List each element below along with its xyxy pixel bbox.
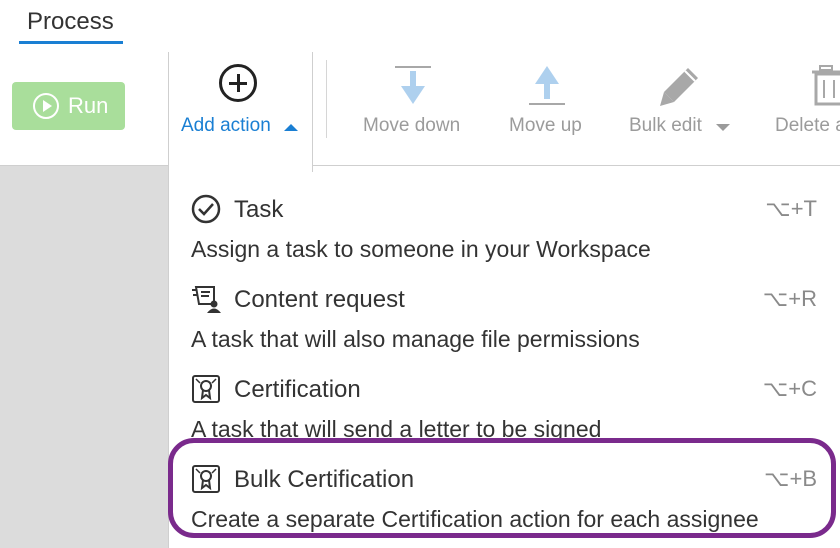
move-up-button[interactable]: Move up: [500, 52, 600, 166]
move-down-button[interactable]: Move down: [352, 52, 477, 166]
menu-item-shortcut: ⌥+R: [762, 286, 817, 311]
caret-up-icon: [284, 124, 298, 131]
bulk-edit-label: Bulk edit: [629, 115, 702, 136]
tab-process[interactable]: Process: [19, 4, 123, 44]
content-request-icon: [192, 286, 221, 313]
certificate-icon: [192, 465, 220, 493]
menu-item-certification[interactable]: Certification ⌥+C A task that will send …: [169, 354, 840, 444]
pencil-icon: [660, 68, 698, 106]
trash-icon: [812, 65, 840, 106]
menu-item-description: Assign a task to someone in your Workspa…: [191, 236, 651, 262]
add-action-label: Add action: [181, 115, 271, 136]
move-up-icon: [529, 66, 565, 105]
menu-item-shortcut: ⌥+B: [764, 466, 817, 491]
move-up-label: Move up: [509, 115, 582, 136]
delete-label: Delete a: [775, 115, 840, 136]
menu-item-shortcut: ⌥+T: [765, 196, 817, 221]
menu-item-bulk-certification[interactable]: Bulk Certification ⌥+B Create a separate…: [169, 444, 840, 534]
menu-item-shortcut: ⌥+C: [762, 376, 817, 401]
bulk-edit-button[interactable]: Bulk edit: [620, 52, 742, 166]
run-button[interactable]: Run: [12, 82, 125, 130]
toolbar-divider: [326, 60, 327, 138]
top-tab-bar: Process: [0, 0, 840, 52]
run-button-label: Run: [68, 93, 109, 118]
delete-button[interactable]: Delete a: [766, 52, 840, 166]
move-down-label: Move down: [363, 115, 461, 136]
menu-item-title: Bulk Certification: [234, 466, 415, 493]
menu-item-title: Content request: [234, 286, 405, 313]
play-icon: [33, 93, 59, 119]
menu-item-description: A task that will send a letter to be sig…: [191, 416, 602, 442]
menu-item-description: Create a separate Certification action f…: [191, 506, 759, 532]
add-action-menu: Task ⌥+T Assign a task to someone in you…: [168, 166, 840, 548]
menu-item-content-request[interactable]: Content request ⌥+R A task that will als…: [169, 264, 840, 354]
plus-circle-icon: [219, 64, 257, 102]
tab-process-label: Process: [27, 8, 114, 35]
menu-item-title: Task: [234, 196, 284, 223]
add-action-button[interactable]: Add action: [168, 52, 313, 172]
menu-item-task[interactable]: Task ⌥+T Assign a task to someone in you…: [169, 174, 840, 264]
certificate-icon: [192, 375, 220, 403]
menu-item-title: Certification: [234, 376, 361, 403]
menu-item-description: A task that will also manage file permis…: [191, 326, 640, 352]
check-circle-icon: [191, 194, 221, 224]
move-down-icon: [395, 66, 431, 104]
chevron-down-icon: [716, 124, 730, 131]
